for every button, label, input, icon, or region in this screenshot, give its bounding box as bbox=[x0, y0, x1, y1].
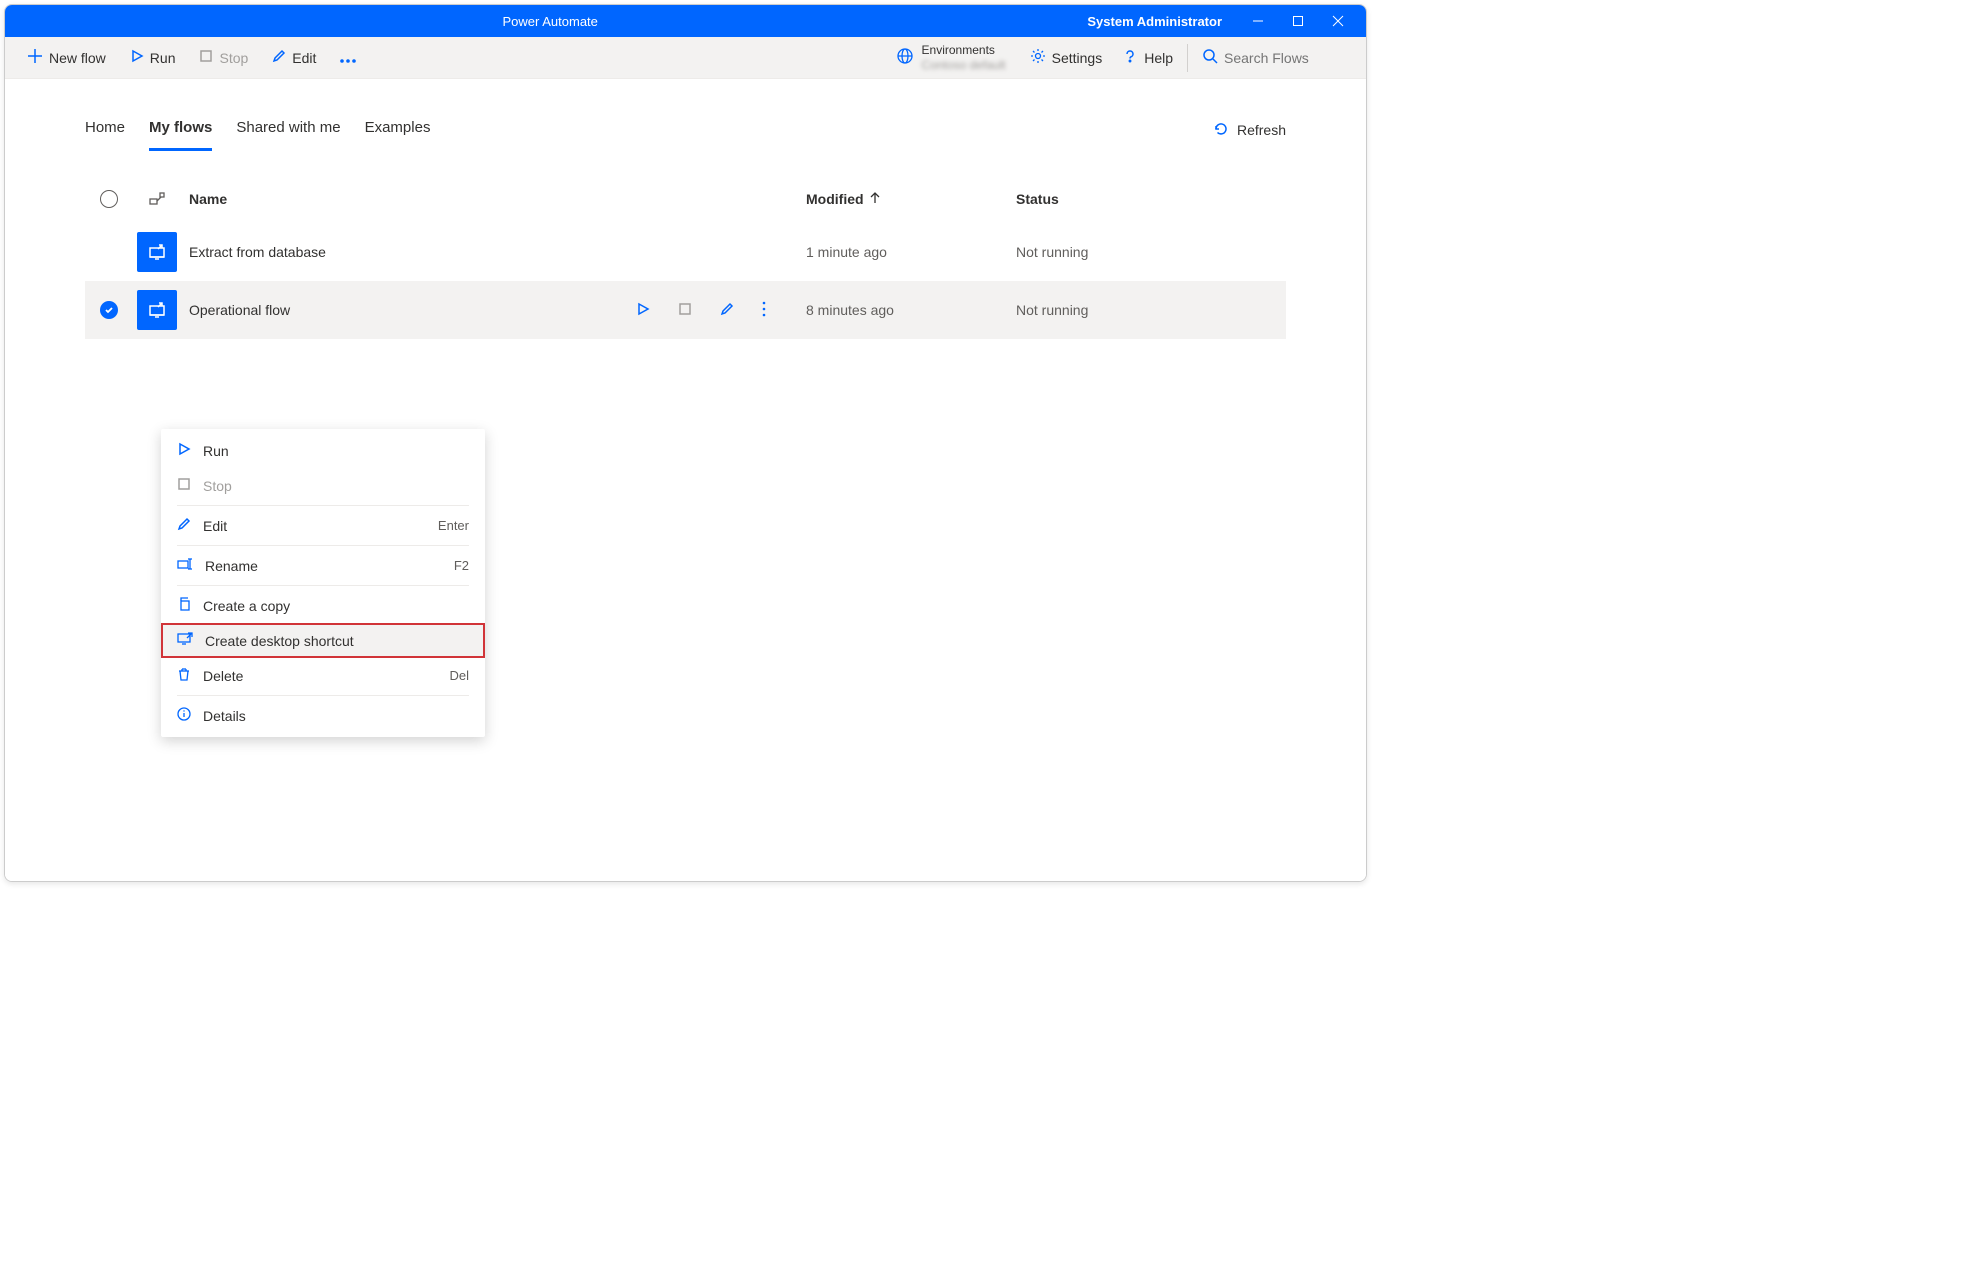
new-flow-button[interactable]: New flow bbox=[17, 42, 116, 73]
stop-icon bbox=[199, 49, 213, 66]
maximize-button[interactable] bbox=[1278, 6, 1318, 36]
copy-icon bbox=[177, 597, 191, 614]
ctx-create-shortcut[interactable]: Create desktop shortcut bbox=[161, 623, 485, 658]
row-more-icon[interactable] bbox=[762, 301, 766, 320]
shortcut: Enter bbox=[438, 518, 469, 533]
flows-table: Name Modified Status Extract from databa… bbox=[85, 175, 1286, 339]
table-row[interactable]: Operational flow 8 minutes ago Not runni… bbox=[85, 281, 1286, 339]
help-label: Help bbox=[1144, 50, 1173, 66]
content-area: Home My flows Shared with me Examples Re… bbox=[5, 79, 1366, 881]
play-icon bbox=[177, 442, 191, 459]
refresh-icon bbox=[1213, 121, 1229, 140]
shortcut: Del bbox=[449, 668, 469, 683]
check-circle-icon bbox=[100, 301, 118, 319]
stop-label: Stop bbox=[219, 50, 248, 66]
env-label: Environments bbox=[922, 43, 1006, 57]
flow-status: Not running bbox=[1016, 302, 1286, 318]
new-flow-label: New flow bbox=[49, 50, 106, 66]
tab-examples[interactable]: Examples bbox=[365, 109, 431, 151]
stop-icon bbox=[177, 477, 191, 494]
separator bbox=[1187, 44, 1188, 72]
search-flows[interactable] bbox=[1192, 42, 1354, 73]
select-all[interactable] bbox=[85, 190, 133, 208]
row-edit-icon[interactable] bbox=[720, 302, 734, 319]
flow-type-icon bbox=[133, 232, 181, 272]
divider bbox=[177, 545, 469, 546]
type-icon-header bbox=[133, 191, 181, 207]
row-run-icon[interactable] bbox=[636, 302, 650, 319]
refresh-button[interactable]: Refresh bbox=[1213, 121, 1286, 140]
desktop-shortcut-icon bbox=[177, 632, 193, 649]
flow-name: Extract from database bbox=[181, 244, 806, 260]
titlebar: Power Automate System Administrator bbox=[5, 5, 1366, 37]
stop-button: Stop bbox=[189, 43, 258, 72]
command-bar: New flow Run Stop Edit Environme bbox=[5, 37, 1366, 79]
current-user: System Administrator bbox=[1087, 14, 1222, 29]
row-stop-icon[interactable] bbox=[678, 302, 692, 319]
more-horizontal-icon bbox=[340, 50, 356, 66]
ctx-edit[interactable]: Edit Enter bbox=[161, 508, 485, 543]
trash-icon bbox=[177, 667, 191, 684]
table-header: Name Modified Status bbox=[85, 175, 1286, 223]
row-actions bbox=[636, 301, 766, 320]
header-modified[interactable]: Modified bbox=[806, 191, 1016, 207]
shortcut: F2 bbox=[454, 558, 469, 573]
view-tabs: Home My flows Shared with me Examples Re… bbox=[85, 109, 1286, 151]
ctx-delete[interactable]: Delete Del bbox=[161, 658, 485, 693]
ctx-copy[interactable]: Create a copy bbox=[161, 588, 485, 623]
help-button[interactable]: Help bbox=[1112, 42, 1183, 73]
settings-label: Settings bbox=[1052, 50, 1103, 66]
header-name[interactable]: Name bbox=[181, 191, 806, 207]
search-input[interactable] bbox=[1224, 50, 1344, 66]
environment-picker[interactable]: Environments Contoso default bbox=[882, 43, 1020, 72]
search-icon bbox=[1202, 48, 1218, 67]
rename-icon bbox=[177, 557, 193, 574]
flow-modified: 8 minutes ago bbox=[806, 302, 1016, 318]
flow-name: Operational flow bbox=[181, 301, 806, 320]
settings-button[interactable]: Settings bbox=[1020, 42, 1113, 73]
close-button[interactable] bbox=[1318, 6, 1358, 36]
divider bbox=[177, 585, 469, 586]
tab-shared[interactable]: Shared with me bbox=[236, 109, 340, 151]
refresh-label: Refresh bbox=[1237, 122, 1286, 138]
header-status[interactable]: Status bbox=[1016, 191, 1286, 207]
edit-label: Edit bbox=[292, 50, 316, 66]
run-label: Run bbox=[150, 50, 176, 66]
flow-type-icon bbox=[133, 290, 181, 330]
ctx-stop: Stop bbox=[161, 468, 485, 503]
more-button[interactable] bbox=[330, 44, 366, 72]
globe-icon bbox=[896, 47, 914, 68]
app-window: Power Automate System Administrator New … bbox=[4, 4, 1367, 882]
pencil-icon bbox=[272, 49, 286, 66]
help-icon bbox=[1122, 48, 1138, 67]
flow-status: Not running bbox=[1016, 244, 1286, 260]
minimize-button[interactable] bbox=[1238, 6, 1278, 36]
gear-icon bbox=[1030, 48, 1046, 67]
context-menu: Run Stop Edit Enter Rename F2 Create a bbox=[161, 429, 485, 737]
divider bbox=[177, 695, 469, 696]
ctx-details[interactable]: Details bbox=[161, 698, 485, 733]
edit-button[interactable]: Edit bbox=[262, 43, 326, 72]
env-value: Contoso default bbox=[922, 58, 1006, 72]
info-icon bbox=[177, 707, 191, 724]
app-title: Power Automate bbox=[13, 14, 1087, 29]
ctx-run[interactable]: Run bbox=[161, 433, 485, 468]
pencil-icon bbox=[177, 517, 191, 534]
tab-home[interactable]: Home bbox=[85, 109, 125, 151]
table-row[interactable]: Extract from database 1 minute ago Not r… bbox=[85, 223, 1286, 281]
row-select[interactable] bbox=[85, 301, 133, 319]
ctx-rename[interactable]: Rename F2 bbox=[161, 548, 485, 583]
plus-icon bbox=[27, 48, 43, 67]
divider bbox=[177, 505, 469, 506]
sort-asc-icon bbox=[870, 191, 880, 207]
tab-my-flows[interactable]: My flows bbox=[149, 109, 212, 151]
flow-modified: 1 minute ago bbox=[806, 244, 1016, 260]
run-button[interactable]: Run bbox=[120, 43, 186, 72]
play-icon bbox=[130, 49, 144, 66]
